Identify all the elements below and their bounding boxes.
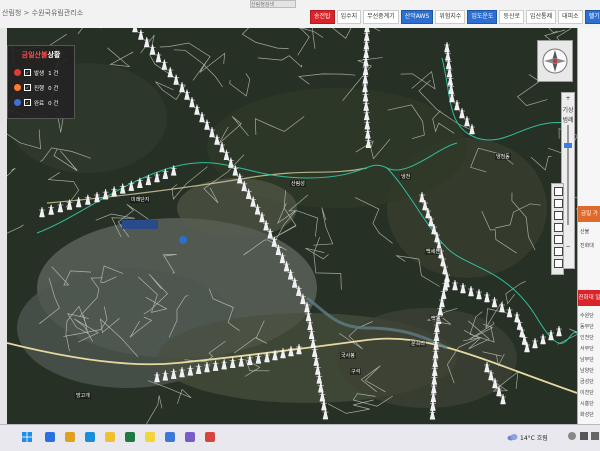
map-place-label: 미래단지 <box>130 196 150 203</box>
measure-distance-icon[interactable] <box>554 199 563 208</box>
weather-readout[interactable]: 14°C 흐림 <box>520 433 548 442</box>
legend-toggle[interactable]: 범례 <box>562 115 574 124</box>
fire-status-count: 0 건 <box>48 99 58 107</box>
right-panel-item[interactable]: 이천단 <box>580 389 600 396</box>
zoom-slider-track[interactable] <box>567 125 569 225</box>
menu-item[interactable]: 임수지 <box>337 10 362 24</box>
right-panel-item[interactable]: 남양단 <box>580 367 600 374</box>
right-panel-item[interactable]: 수원단 <box>580 312 600 319</box>
excel-icon[interactable] <box>125 432 135 442</box>
right-panel-item[interactable]: 남부단 <box>580 356 600 363</box>
map-place-label: 문곡리 <box>410 340 426 347</box>
right-panel-header-today[interactable]: 금일 가 <box>578 206 600 222</box>
right-side-panel: 금일 가 진화대 일 산불진화대수원단동부단인천단서부단남부단남양단금성단이천단… <box>577 28 600 424</box>
draw-icon[interactable] <box>554 223 563 232</box>
map-place-label: 방고개 <box>75 392 91 399</box>
fire-status-title-rest: 상황 <box>47 51 60 59</box>
map-place-label: 구석 <box>350 368 361 375</box>
menu-item[interactable]: 등산로 <box>499 10 524 24</box>
fire-status-checkbox[interactable]: ✓ <box>24 99 31 106</box>
top-menu-bar: 산림청 > 수원국유림관리소 산림청검색 송전탑임수지무선중계기산악AWS위험지… <box>0 0 600 29</box>
compass-icon <box>538 41 572 81</box>
fire-status-title: 금일산불상황 <box>8 50 74 60</box>
right-panel-item[interactable]: 서부단 <box>580 345 600 352</box>
compass-control[interactable] <box>537 40 573 82</box>
fire-status-label: 발생 <box>34 69 44 77</box>
reset-icon[interactable] <box>554 259 563 268</box>
cloud-icon[interactable] <box>507 432 518 441</box>
map-place-label: 백운 <box>430 315 441 322</box>
right-panel-item[interactable]: 인천단 <box>580 334 600 341</box>
pan-tool-icon[interactable] <box>554 187 563 196</box>
photos-icon[interactable] <box>185 432 195 442</box>
fire-status-label: 완료 <box>34 99 44 107</box>
search-app-icon[interactable] <box>45 432 55 442</box>
chrome-icon[interactable] <box>65 432 75 442</box>
map-place-label: 국사봉 <box>340 352 356 359</box>
fire-status-icon <box>14 99 21 106</box>
browser-left-edge <box>0 28 7 424</box>
menu-item[interactable]: 위험지수 <box>435 10 465 24</box>
menu-item[interactable]: 임도운도 <box>467 10 497 24</box>
tray-network-icon[interactable] <box>580 432 588 440</box>
menu-item[interactable]: 산악AWS <box>401 10 434 24</box>
map-tools-toolbar <box>551 183 564 275</box>
tray-volume-icon[interactable] <box>591 432 599 440</box>
fire-status-checkbox[interactable]: ✓ <box>24 84 31 91</box>
print-icon[interactable] <box>554 235 563 244</box>
fire-status-label: 진행 <box>34 84 44 92</box>
menu-item[interactable]: 대피소 <box>558 10 583 24</box>
weather-toggle[interactable]: 기상 <box>562 105 574 114</box>
edge-icon[interactable] <box>85 432 95 442</box>
measure-area-icon[interactable] <box>554 211 563 220</box>
layer-menu: 송전탑임수지무선중계기산악AWS위험지수임도운도등산로입산통제대피소헬기정보 <box>310 10 600 24</box>
fire-status-row: ✓완료 0 건 <box>14 98 58 107</box>
top-search-field[interactable]: 산림청검색 <box>250 0 296 8</box>
map-place-label: 냉천 <box>400 173 411 180</box>
fire-status-icon <box>14 84 21 91</box>
right-panel-item[interactable]: 화성단 <box>580 411 600 418</box>
save-icon[interactable] <box>554 247 563 256</box>
zoom-slider-thumb[interactable] <box>564 143 572 148</box>
menu-item[interactable]: 헬기정보 <box>585 10 600 24</box>
fire-status-panel: 금일산불상황 ✓발생1 건✓진행0 건✓완료0 건 <box>7 45 75 119</box>
menu-item[interactable]: 무선중계기 <box>363 10 399 24</box>
fire-status-row: ✓진행 0 건 <box>14 83 58 92</box>
map-place-label: 백세산 <box>425 248 441 255</box>
paint-icon[interactable] <box>205 432 215 442</box>
zoom-in-button[interactable]: + <box>562 95 574 102</box>
menu-item[interactable]: 입산통제 <box>526 10 556 24</box>
site-title: 산림청 > 수원국유림관리소 <box>2 8 83 18</box>
fire-status-row: ✓발생 1 건 <box>14 68 58 77</box>
tray-chevron-icon[interactable] <box>568 432 576 440</box>
right-panel-item[interactable]: 산불 <box>580 228 600 235</box>
windows-taskbar: 14°C 흐림 <box>0 424 600 451</box>
fire-status-icon <box>14 69 21 76</box>
kakao-icon[interactable] <box>145 432 155 442</box>
fire-status-checkbox[interactable]: ✓ <box>24 69 31 76</box>
menu-item[interactable]: 송전탑 <box>310 10 335 24</box>
hwp-icon[interactable] <box>165 432 175 442</box>
fire-status-count: 1 건 <box>48 69 58 77</box>
right-panel-item[interactable]: 동부단 <box>580 323 600 330</box>
right-panel-item[interactable]: 진화대 <box>580 242 600 249</box>
right-panel-item[interactable]: 금성단 <box>580 378 600 385</box>
map-place-label: 냉천동 <box>495 153 511 160</box>
windows-start-icon[interactable] <box>22 432 32 442</box>
monitor-screen: 산림청 > 수원국유림관리소 산림청검색 송전탑임수지무선중계기산악AWS위험지… <box>0 0 600 424</box>
fire-status-count: 0 건 <box>48 84 58 92</box>
fire-status-title-highlight: 금일산불 <box>22 51 48 59</box>
explorer-icon[interactable] <box>105 432 115 442</box>
right-panel-header-crew[interactable]: 진화대 일 <box>578 290 600 306</box>
right-panel-item[interactable]: 시흥단 <box>580 400 600 407</box>
map-place-label: 산림성 <box>290 180 306 187</box>
satellite-map[interactable] <box>7 28 577 424</box>
